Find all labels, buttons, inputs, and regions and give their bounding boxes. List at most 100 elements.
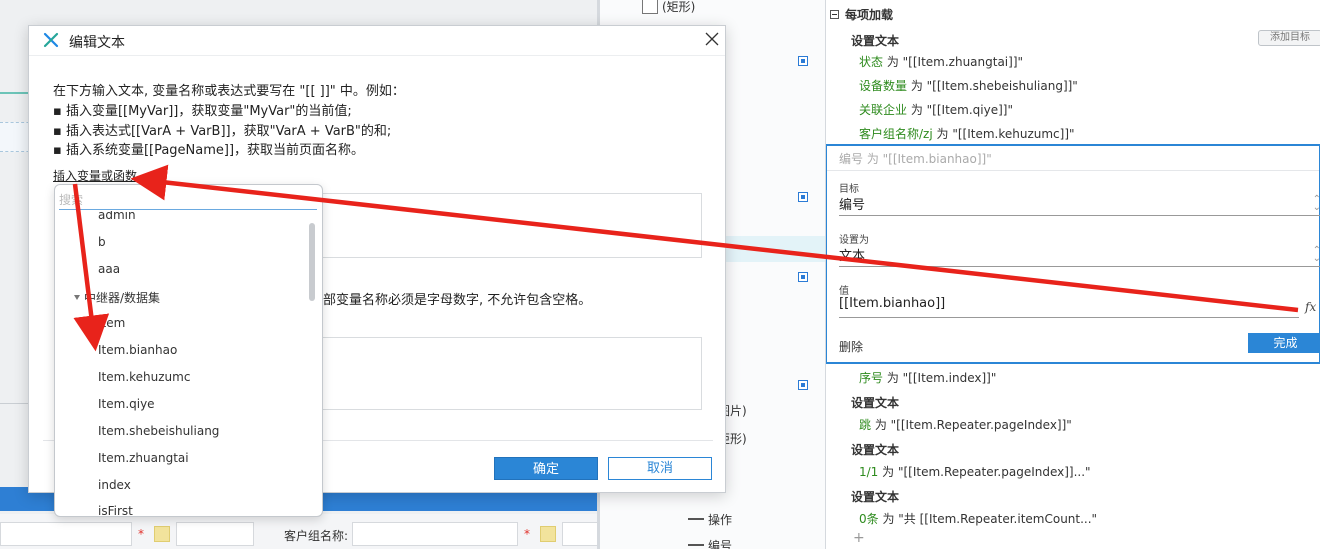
rule-value: 为 "[[Item.kehuzumc]]" [932,127,1075,141]
rule-target: 关联企业 [859,103,908,117]
action-title-set-text[interactable]: 设置文本 [851,394,899,411]
group-label: 中继器/数据集 [84,291,161,305]
interaction-panel: 每项加载 设置文本 添加目标 状态 为 "[[Item.zhuangtai]]"… [825,0,1320,549]
target-select[interactable]: 编号 ⌃⌄ [839,194,1320,216]
checkbox[interactable] [642,0,658,14]
set-as-label: 设置为 [839,235,869,246]
list-group-repeater[interactable]: 中继器/数据集 [74,289,160,306]
outline-item-number-label: 编号 [708,538,733,549]
axure-logo-icon [43,32,59,48]
target-value: 编号 [839,198,866,213]
cancel-button[interactable]: 取消 [608,457,712,480]
canvas-input-left[interactable] [0,522,132,546]
local-variable-note: 部变量名称必须是字母数字, 不允许包含空格。 [323,293,592,308]
rule-target: 状态 [859,55,884,69]
rule-status[interactable]: 状态 为 "[[Item.zhuangtai]]" [859,53,1023,70]
list-item[interactable]: Item.kehuzumc [98,370,190,384]
insert-variable-link[interactable]: 插入变量或函数 [53,167,137,184]
ok-button[interactable]: 确定 [494,457,598,480]
interaction-marker-icon[interactable] [798,380,808,390]
action-title-set-text[interactable]: 设置文本 [851,32,899,49]
rule-value: 为 "[[Item.shebeishuliang]]" [907,79,1078,93]
required-star: * [138,527,144,541]
interaction-marker-icon[interactable] [798,272,808,282]
list-item[interactable]: Item.zhuangtai [98,451,189,465]
interaction-marker-icon[interactable] [798,192,808,202]
rule-customer-group[interactable]: 客户组名称/zj 为 "[[Item.kehuzumc]]" [859,125,1075,142]
instruction-line: ▪ 插入系统变量[[PageName]]，获取当前页面名称。 [53,143,365,158]
interaction-marker-icon[interactable] [798,56,808,66]
rule-value: 为 "[[Item.Repeater.pageIndex]]..." [878,465,1091,479]
done-button[interactable]: 完成 [1248,333,1320,353]
instruction-line: ▪ 插入表达式[[VarA + VarB]]，获取"VarA + VarB"的和… [53,124,392,139]
variable-dropdown: admin b aaa 中继器/数据集 Item Item.bianhao It… [54,184,323,517]
dialog-title: 编辑文本 [69,35,125,51]
rule-value: 为 "共 [[Item.Repeater.itemCount..." [878,512,1098,526]
value-label: 值 [839,286,849,297]
section-title: 每项加载 [845,8,894,22]
expand-triangle-icon [74,295,80,300]
rule-target: 0条 [859,512,879,526]
variable-list: admin b aaa 中继器/数据集 Item Item.bianhao It… [55,211,305,516]
rule-value: 为 "[[Item.zhuangtai]]" [883,55,1024,69]
instruction-line: 在下方输入文本, 变量名称或表达式要写在 "[[ ]]" 中。例如： [53,84,405,99]
canvas-form-row: * 客户组名称: * [0,514,597,549]
updown-icon: ⌃⌄ [1313,246,1320,264]
list-item[interactable]: admin [98,211,136,222]
customer-group-label: 客户组名称: [284,529,349,543]
rule-target: 跳 [859,418,872,432]
list-item[interactable]: b [98,235,106,249]
value-input[interactable]: [[Item.bianhao]] [839,296,1299,318]
list-item[interactable]: isFirst [98,504,133,516]
text-field-icon [688,518,704,520]
close-icon[interactable] [705,32,719,46]
text-field-icon [688,544,704,546]
updown-icon: ⌃⌄ [1313,195,1320,213]
set-as-value: 文本 [839,249,866,264]
rule-page-index[interactable]: 跳 为 "[[Item.Repeater.pageIndex]]" [859,416,1072,433]
list-item[interactable]: Item.shebeishuliang [98,424,219,438]
outline-item-action[interactable]: 操作 [688,510,732,528]
rule-page-ratio[interactable]: 1/1 为 "[[Item.Repeater.pageIndex]]..." [859,463,1091,480]
action-title-set-text[interactable]: 设置文本 [851,488,899,505]
outline-item-number[interactable]: 编号 [688,536,732,549]
list-item[interactable]: Item [98,316,125,330]
selected-row-highlight [712,236,825,262]
canvas-input-right[interactable] [562,522,597,546]
list-item[interactable]: index [98,478,131,492]
rule-company[interactable]: 关联企业 为 "[[Item.qiye]]" [859,101,1013,118]
canvas-yellow-marker [154,526,170,542]
set-as-select[interactable]: 文本 ⌃⌄ [839,245,1320,267]
delete-link[interactable]: 删除 [839,338,863,355]
list-item[interactable]: Item.qiye [98,397,155,411]
canvas-yellow-marker [540,526,556,542]
scrollbar-thumb[interactable] [309,223,315,301]
canvas-input-mid[interactable] [176,522,254,546]
instruction-line: ▪ 插入变量[[MyVar]]，获取变量"MyVar"的当前值; [53,104,352,119]
rule-item-count[interactable]: 0条 为 "共 [[Item.Repeater.itemCount..." [859,510,1097,527]
variable-search-input[interactable] [59,190,317,210]
rule-value: 为 "[[Item.qiye]]" [907,103,1013,117]
outline-item-rect[interactable]: (矩形) [662,0,695,15]
rule-target: 客户组名称/zj [859,127,933,141]
collapse-icon[interactable] [830,10,839,19]
section-header[interactable]: 每项加载 [830,6,893,23]
rule-target: 序号 [859,371,884,385]
rule-device-count[interactable]: 设备数量 为 "[[Item.shebeishuliang]]" [859,77,1078,94]
list-item[interactable]: Item.bianhao [98,343,177,357]
dialog-titlebar: 编辑文本 [29,26,725,56]
function-fx-icon[interactable]: fx [1305,300,1316,314]
customer-group-input[interactable] [352,522,518,546]
action-title-set-text[interactable]: 设置文本 [851,441,899,458]
add-action-plus-icon[interactable]: + [853,530,865,546]
add-target-button[interactable]: 添加目标 [1258,30,1320,46]
value-text: [[Item.bianhao]] [839,296,946,311]
target-label: 目标 [839,184,859,195]
rule-target: 设备数量 [859,79,908,93]
rule-editor: 编号 为 "[[Item.bianhao]]" 目标 编号 ⌃⌄ 设置为 文本 … [826,144,1320,364]
list-item[interactable]: aaa [98,262,120,276]
rule-index[interactable]: 序号 为 "[[Item.index]]" [859,369,996,386]
editor-header: 编号 为 "[[Item.bianhao]]" [839,152,992,166]
rule-value: 为 "[[Item.index]]" [883,371,997,385]
rule-value: 为 "[[Item.Repeater.pageIndex]]" [871,418,1072,432]
